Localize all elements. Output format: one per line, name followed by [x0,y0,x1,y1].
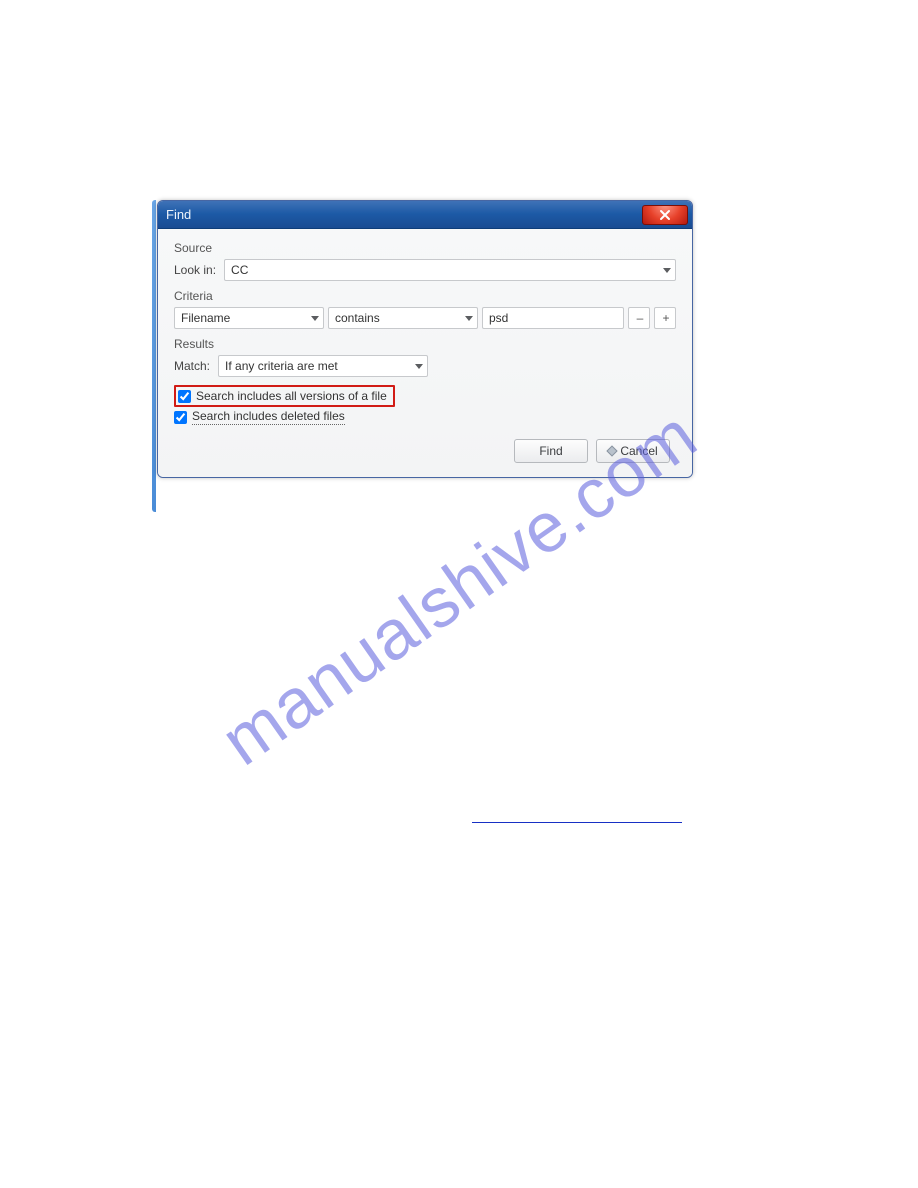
dialog-body: Source Look in: CC Criteria Filename con… [158,229,692,477]
dialog-button-row: Find Cancel [164,427,686,467]
checkbox-deleted-row[interactable]: Search includes deleted files [174,409,678,425]
match-label: Match: [174,359,210,373]
criteria-operator-value: contains [335,311,380,325]
titlebar: Find [158,201,692,229]
cancel-button-label: Cancel [620,444,657,458]
chevron-down-icon [415,364,423,369]
lookin-row: Look in: CC [174,259,676,281]
close-icon [659,209,671,221]
criteria-field-value: Filename [181,311,230,325]
chevron-down-icon [465,316,473,321]
checkbox-versions[interactable] [178,390,191,403]
remove-criteria-button[interactable]: – [628,307,650,329]
match-row: Match: If any criteria are met [174,355,676,377]
match-value: If any criteria are met [225,359,338,373]
results-group-label: Results [174,337,686,351]
window-left-edge [152,200,156,512]
lookin-label: Look in: [174,263,216,277]
lookin-combo[interactable]: CC [224,259,676,281]
criteria-group-label: Criteria [174,289,686,303]
chevron-down-icon [311,316,319,321]
criteria-operator-combo[interactable]: contains [328,307,478,329]
add-criteria-button[interactable]: + [654,307,676,329]
source-group-label: Source [174,241,686,255]
match-combo[interactable]: If any criteria are met [218,355,428,377]
find-button[interactable]: Find [514,439,588,463]
chevron-down-icon [663,268,671,273]
criteria-value-input[interactable]: psd [482,307,624,329]
criteria-row: Filename contains psd – + [174,307,676,329]
checkbox-versions-row[interactable]: Search includes all versions of a file [174,385,395,407]
lookin-value: CC [231,263,248,277]
hyperlink-underline[interactable] [472,822,682,823]
checkbox-deleted-label: Search includes deleted files [192,409,345,425]
dialog-title: Find [166,207,191,222]
criteria-value-text: psd [489,311,508,325]
checkbox-versions-label: Search includes all versions of a file [196,389,387,403]
find-button-label: Find [539,444,562,458]
diamond-icon [607,445,618,456]
find-dialog: Find Source Look in: CC Criteria Filenam… [157,200,693,478]
criteria-field-combo[interactable]: Filename [174,307,324,329]
checkbox-deleted[interactable] [174,411,187,424]
close-button[interactable] [642,205,688,225]
cancel-button[interactable]: Cancel [596,439,670,463]
